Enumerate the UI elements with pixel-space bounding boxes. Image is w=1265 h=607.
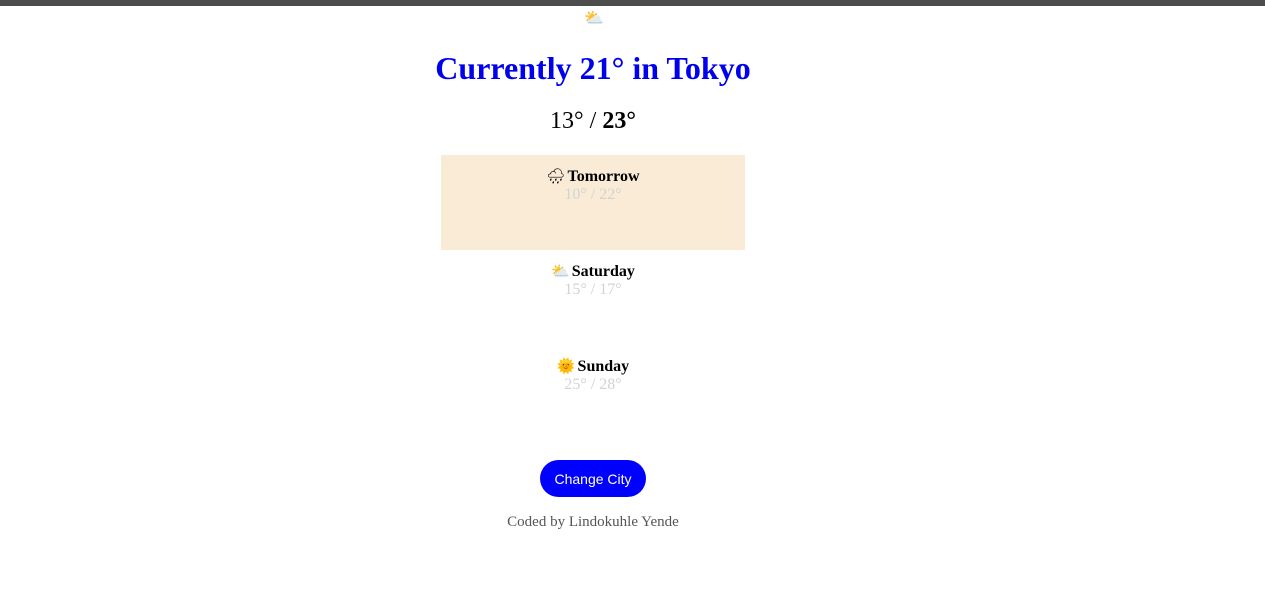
forecast-day-label: Sunday — [577, 358, 630, 375]
today-low-temp: 13° — [550, 108, 584, 134]
rain-cloud-icon: 🌧 — [546, 169, 566, 185]
today-high-temp: 23° — [602, 108, 636, 134]
forecast-item-tomorrow: 🌧 Tomorrow 10° / 22° — [441, 155, 745, 250]
partly-cloudy-icon: ⛅ — [551, 264, 570, 280]
forecast-list: 🌧 Tomorrow 10° / 22° ⛅ Saturday 15° / 17° … — [441, 155, 745, 440]
forecast-temps: 15° / 17° — [564, 281, 622, 298]
forecast-day-label: Tomorrow — [567, 168, 640, 185]
browser-top-bar — [0, 0, 1265, 6]
forecast-item-saturday: ⛅ Saturday 15° / 17° — [441, 250, 745, 345]
temp-separator: / — [583, 108, 603, 134]
forecast-day-label: Saturday — [571, 263, 635, 280]
partly-cloudy-icon: ⛅ — [584, 10, 604, 27]
forecast-temps: 10° / 22° — [564, 186, 622, 203]
sun-icon: 🌞 — [556, 359, 576, 375]
forecast-temps: 25° / 28° — [564, 376, 622, 393]
current-weather-title: Currently 21° in Tokyo — [435, 50, 751, 86]
today-temperature-range: 13° / 23° — [441, 106, 745, 136]
footer-credit: Coded by Lindokuhle Yende — [507, 514, 679, 530]
change-city-button[interactable]: Change City — [540, 460, 646, 497]
forecast-item-sunday: 🌞 Sunday 25° / 28° — [441, 345, 745, 440]
